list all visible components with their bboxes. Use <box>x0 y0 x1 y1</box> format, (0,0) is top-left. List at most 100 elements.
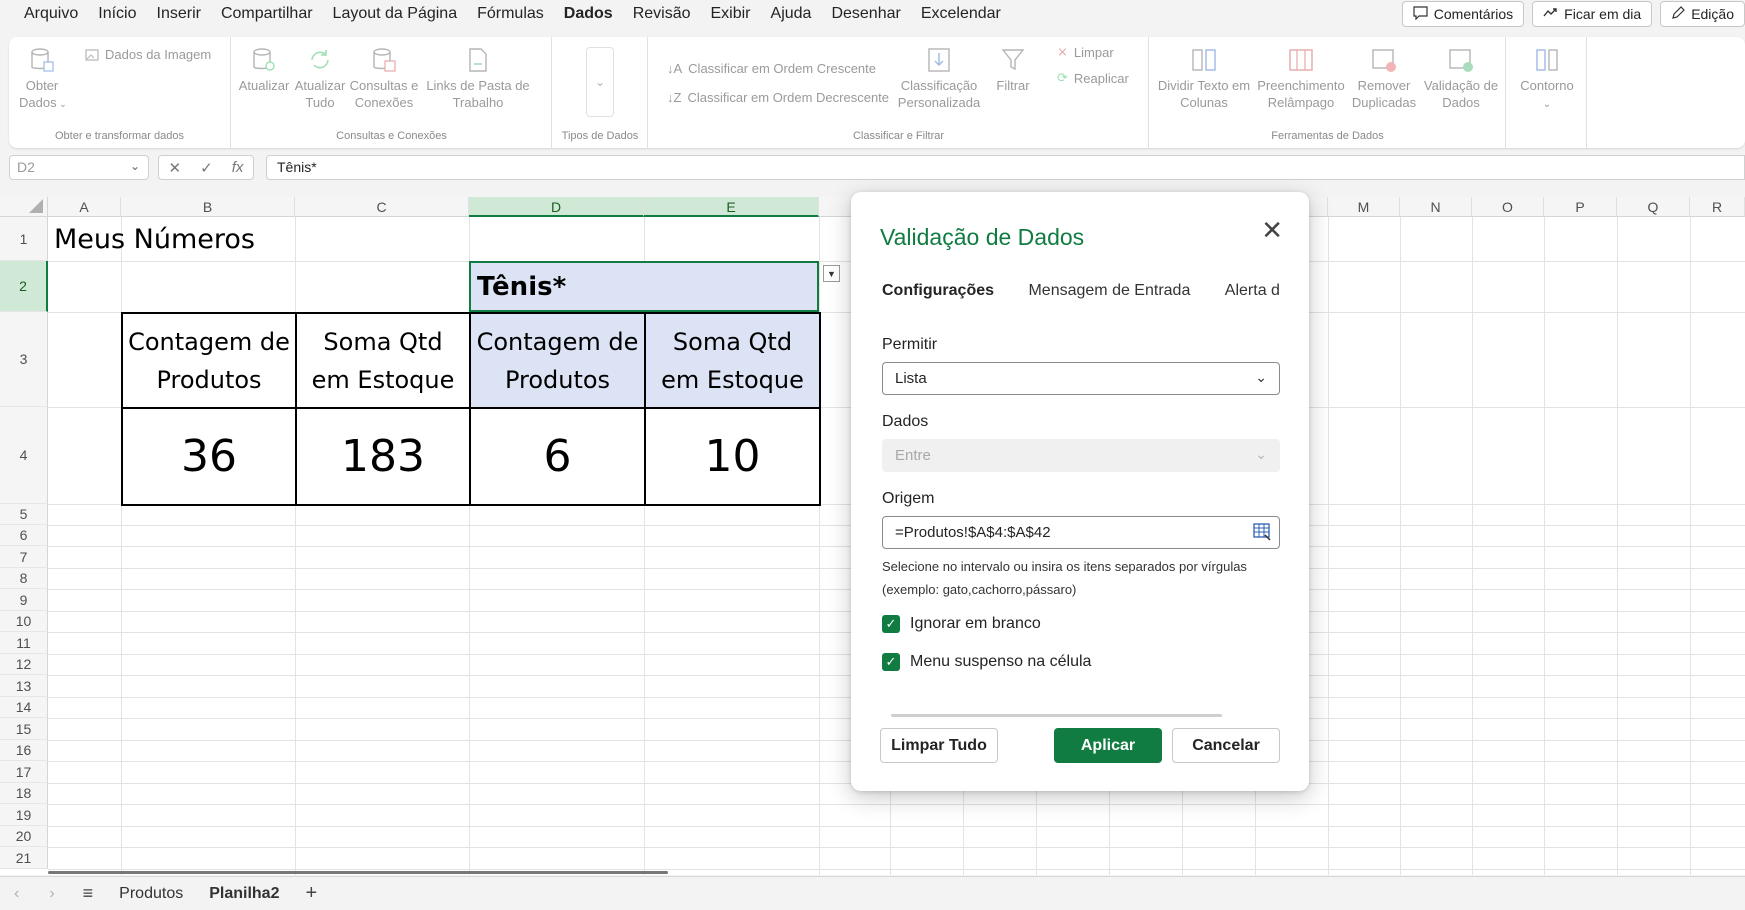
row-header-7[interactable]: 7 <box>0 546 48 568</box>
allow-select[interactable]: Lista ⌄ <box>882 362 1280 395</box>
sheet-list-menu-icon[interactable]: ≡ <box>83 883 94 904</box>
outline-button[interactable]: Contorno ⌄ <box>1513 47 1581 113</box>
clear-filter-button[interactable]: ⨯ Limpar <box>1057 44 1114 60</box>
cell-d4-value[interactable]: 6 <box>469 407 646 506</box>
row-header-19[interactable]: 19 <box>0 804 48 826</box>
row-header-3[interactable]: 3 <box>0 312 48 407</box>
menu-desenhar[interactable]: Desenhar <box>831 5 900 23</box>
row-header-20[interactable]: 20 <box>0 826 48 847</box>
row-header-21[interactable]: 21 <box>0 847 48 869</box>
ignore-blank-checkbox[interactable]: ✓ Ignorar em branco <box>882 615 1041 633</box>
cell-e4-value[interactable]: 10 <box>644 407 821 506</box>
range-picker-icon[interactable] <box>1253 523 1271 545</box>
tab-input-message[interactable]: Mensagem de Entrada <box>1026 278 1192 308</box>
row-header-6[interactable]: 6 <box>0 525 48 546</box>
sort-ascending-button[interactable]: ↓A Classificar em Ordem Crescente <box>667 61 876 76</box>
cell-c3-header[interactable]: Soma Qtd em Estoque <box>295 312 471 409</box>
row-header-11[interactable]: 11 <box>0 632 48 654</box>
row-header-10[interactable]: 10 <box>0 611 48 632</box>
chevron-left-icon[interactable]: ‹ <box>14 885 19 903</box>
menu-inserir[interactable]: Inserir <box>157 5 201 23</box>
dialog-scrollbar[interactable] <box>891 714 1222 717</box>
column-header-n[interactable]: N <box>1400 197 1472 217</box>
row-header-18[interactable]: 18 <box>0 783 48 804</box>
select-all-corner[interactable] <box>0 197 48 217</box>
cell-d2-category[interactable]: Tênis* <box>469 261 819 312</box>
data-types-gallery[interactable]: ⌄ <box>586 47 614 117</box>
add-sheet-icon[interactable]: + <box>305 882 317 905</box>
row-header-2[interactable]: 2 <box>0 261 48 312</box>
data-from-picture-button[interactable]: Dados da Imagem <box>85 47 211 62</box>
cell-c4-value[interactable]: 183 <box>295 407 471 506</box>
menu-inicio[interactable]: Início <box>98 5 136 23</box>
cell-a1-title[interactable]: Meus Números <box>48 217 469 261</box>
row-header-9[interactable]: 9 <box>0 589 48 611</box>
menu-compartilhar[interactable]: Compartilhar <box>221 5 313 23</box>
reapply-button[interactable]: ⟳ Reaplicar <box>1057 70 1129 86</box>
menu-layout[interactable]: Layout da Página <box>333 5 458 23</box>
cell-dropdown-arrow[interactable]: ▼ <box>823 265 840 282</box>
cell-b3-header[interactable]: Contagem de Produtos <box>121 312 297 409</box>
menu-dados[interactable]: Dados <box>564 5 613 23</box>
menu-formulas[interactable]: Fórmulas <box>477 5 544 23</box>
horizontal-scrollbar[interactable] <box>48 871 668 874</box>
row-header-12[interactable]: 12 <box>0 654 48 675</box>
column-header-p[interactable]: P <box>1544 197 1617 217</box>
row-header-4[interactable]: 4 <box>0 407 48 504</box>
column-header-o[interactable]: O <box>1472 197 1544 217</box>
clear-all-button[interactable]: Limpar Tudo <box>880 728 998 763</box>
column-header-r[interactable]: R <box>1690 197 1745 217</box>
column-header-e[interactable]: E <box>644 197 819 217</box>
queries-connections-button[interactable]: Consultas e Conexões <box>348 47 420 111</box>
flash-fill-button[interactable]: Preenchimento Relâmpago <box>1254 47 1348 111</box>
column-header-m[interactable]: M <box>1328 197 1400 217</box>
row-header-17[interactable]: 17 <box>0 761 48 783</box>
row-header-5[interactable]: 5 <box>0 504 48 525</box>
column-header-a[interactable]: A <box>48 197 121 217</box>
menu-exibir[interactable]: Exibir <box>711 5 751 23</box>
menu-revisao[interactable]: Revisão <box>633 5 691 23</box>
close-icon[interactable]: ✕ <box>1261 217 1283 243</box>
menu-arquivo[interactable]: Arquivo <box>24 5 78 23</box>
custom-sort-button[interactable]: Classificação Personalizada <box>895 47 983 111</box>
get-data-button[interactable]: Obter Dados ⌄ <box>19 47 67 113</box>
column-header-c[interactable]: C <box>295 197 469 217</box>
formula-input[interactable]: Tênis* <box>266 155 1745 180</box>
column-header-q[interactable]: Q <box>1617 197 1690 217</box>
check-icon[interactable]: ✓ <box>200 159 213 177</box>
catch-up-button[interactable]: Ficar em dia <box>1532 1 1653 27</box>
cancel-button[interactable]: Cancelar <box>1172 728 1280 763</box>
row-header-1[interactable]: 1 <box>0 217 48 261</box>
source-input[interactable]: =Produtos!$A$4:$A$42 <box>882 516 1280 549</box>
row-header-14[interactable]: 14 <box>0 697 48 718</box>
row-header-16[interactable]: 16 <box>0 740 48 761</box>
column-header-d[interactable]: D <box>469 197 644 217</box>
tab-error-alert[interactable]: Alerta de E <box>1223 278 1280 308</box>
chevron-right-icon[interactable]: › <box>49 885 54 903</box>
sort-descending-button[interactable]: ↓Z Classificar em Ordem Decrescente <box>667 90 889 105</box>
menu-excelendar[interactable]: Excelendar <box>921 5 1001 23</box>
tab-settings[interactable]: Configurações <box>880 278 996 308</box>
apply-button[interactable]: Aplicar <box>1054 728 1162 763</box>
cell-e3-header[interactable]: Soma Qtd em Estoque <box>644 312 821 409</box>
data-validation-button[interactable]: Validação de Dados <box>1420 47 1502 111</box>
remove-duplicates-button[interactable]: Remover Duplicadas <box>1348 47 1420 111</box>
name-box[interactable]: D2 ⌄ <box>9 155 149 180</box>
refresh-button[interactable]: Atualizar <box>236 47 292 94</box>
editing-mode-button[interactable]: Edição <box>1660 1 1745 27</box>
row-header-15[interactable]: 15 <box>0 718 48 740</box>
cell-d3-header[interactable]: Contagem de Produtos <box>469 312 646 409</box>
filter-button[interactable]: Filtrar <box>991 47 1035 94</box>
refresh-all-button[interactable]: Atualizar Tudo <box>292 47 348 111</box>
cell-b4-value[interactable]: 36 <box>121 407 297 506</box>
text-to-columns-button[interactable]: Dividir Texto em Colunas <box>1154 47 1254 111</box>
sheet-tab-planilha2[interactable]: Planilha2 <box>209 885 279 903</box>
column-header-b[interactable]: B <box>121 197 295 217</box>
row-header-8[interactable]: 8 <box>0 568 48 589</box>
row-header-13[interactable]: 13 <box>0 675 48 697</box>
function-icon[interactable]: fx <box>232 159 244 176</box>
menu-ajuda[interactable]: Ajuda <box>771 5 812 23</box>
comments-button[interactable]: Comentários <box>1401 1 1525 27</box>
in-cell-dropdown-checkbox[interactable]: ✓ Menu suspenso na célula <box>882 653 1091 671</box>
cancel-icon[interactable]: ✕ <box>169 159 182 177</box>
